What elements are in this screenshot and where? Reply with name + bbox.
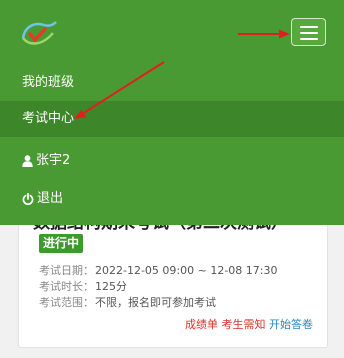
site-logo[interactable] <box>20 20 58 46</box>
status-badge: 进行中 <box>39 234 84 253</box>
exam-duration-row: 考试时长：125分 <box>39 278 127 294</box>
navbar <box>0 0 344 63</box>
exam-scope-label: 考试范围： <box>39 296 94 309</box>
user-icon <box>22 154 33 167</box>
menu-item-logout[interactable]: 退出 <box>0 181 344 217</box>
power-icon <box>22 192 34 205</box>
menu-item-label: 退出 <box>37 191 64 206</box>
exam-notice-link[interactable]: 考生需知 <box>222 318 266 331</box>
exam-duration-value: 125分 <box>95 280 127 293</box>
menu-item-exam-center[interactable]: 考试中心 <box>0 101 344 137</box>
exam-duration-label: 考试时长： <box>39 280 94 293</box>
exam-date-value: 2022-12-05 09:00 ~ 12-08 17:30 <box>95 264 278 277</box>
start-exam-link[interactable]: 开始答卷 <box>269 318 313 331</box>
hamburger-icon <box>300 26 318 28</box>
exam-links: 成绩单 考生需知 开始答卷 <box>185 316 313 332</box>
menu-item-label: 张宇2 <box>36 153 71 168</box>
exam-date-row: 考试日期：2022-12-05 09:00 ~ 12-08 17:30 <box>39 262 278 278</box>
exam-date-label: 考试日期： <box>39 264 94 277</box>
menu-toggle-button[interactable] <box>291 18 326 46</box>
nav-dropdown-menu: 我的班级 考试中心 张宇2 退出 <box>0 63 344 225</box>
exam-scope-row: 考试范围：不限，报名即可参加考试 <box>39 294 216 310</box>
menu-item-label: 考试中心 <box>22 111 75 126</box>
exam-card: 数据结构期末考试（第二次测试） 进行中 考试日期：2022-12-05 09:0… <box>18 210 328 348</box>
menu-item-my-class[interactable]: 我的班级 <box>0 65 344 101</box>
menu-item-user[interactable]: 张宇2 <box>0 143 344 179</box>
score-sheet-link[interactable]: 成绩单 <box>185 318 218 331</box>
menu-item-label: 我的班级 <box>22 75 75 90</box>
exam-scope-value: 不限，报名即可参加考试 <box>95 296 216 309</box>
